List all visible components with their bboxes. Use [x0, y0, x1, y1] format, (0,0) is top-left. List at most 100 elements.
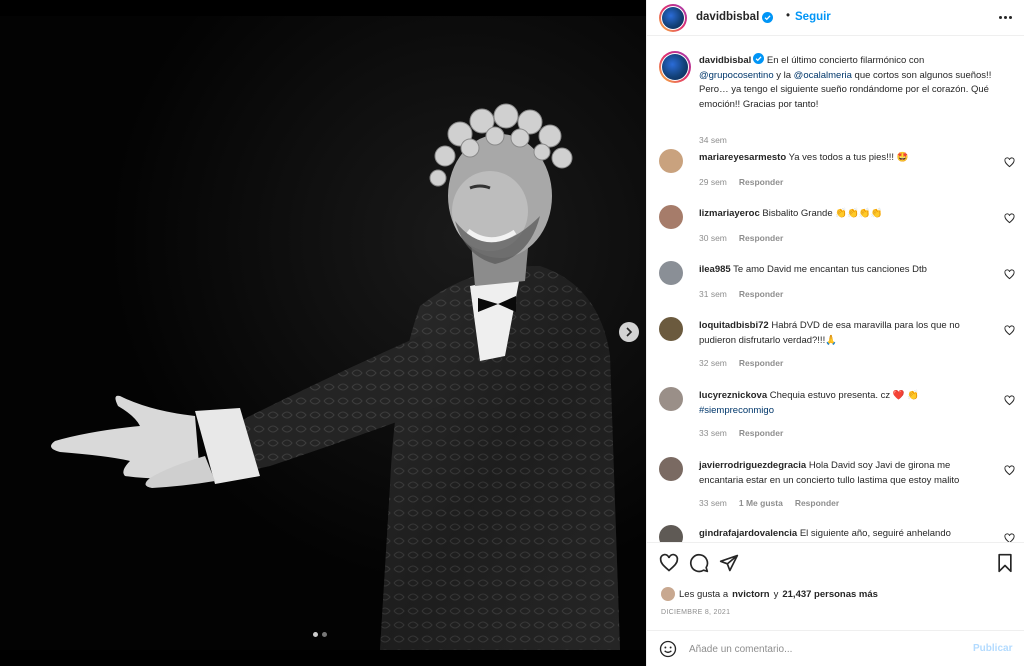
heart-icon[interactable] — [659, 553, 679, 573]
chevron-right-icon — [626, 327, 633, 337]
author-username-link[interactable]: davidbisbal — [696, 11, 774, 23]
author-username: davidbisbal — [696, 11, 760, 23]
comment-item: ilea985 Te amo David me encantan tus can… — [659, 261, 1019, 321]
reply-button[interactable]: Responder — [739, 428, 783, 438]
avatar[interactable] — [659, 387, 683, 411]
post-header: davidbisbal • Seguir — [647, 0, 1024, 36]
comment-body: Bisbalito Grande 👏👏👏👏 — [759, 208, 883, 219]
comment-item: gindrafajardovalencia El siguiente año, … — [659, 525, 1019, 542]
likes-prefix: Les gusta a — [679, 588, 729, 600]
comment-item: mariareyesarmesto Ya ves todos a tus pie… — [659, 149, 1019, 209]
avatar[interactable] — [659, 205, 683, 229]
comment-time[interactable]: 31 sem — [699, 289, 727, 299]
verified-badge-icon — [762, 11, 774, 23]
mention-link[interactable]: @grupocosentino — [699, 70, 774, 81]
performer-photo-illustration — [0, 16, 646, 650]
post-media — [0, 0, 646, 666]
comment-text: mariareyesarmesto Ya ves todos a tus pie… — [699, 151, 989, 166]
comment-body: Ya ves todos a tus pies!!! 🤩 — [786, 152, 909, 163]
emoji-icon[interactable] — [659, 640, 677, 658]
avatar[interactable] — [659, 317, 683, 341]
comment-username[interactable]: gindrafajardovalencia — [699, 528, 797, 539]
avatar[interactable] — [659, 4, 687, 32]
comment-username[interactable]: mariareyesarmesto — [699, 152, 786, 163]
avatar[interactable] — [661, 587, 675, 601]
likes-count-link[interactable]: 21,437 personas más — [782, 589, 878, 600]
comment-like-heart-icon[interactable] — [1004, 213, 1015, 224]
comment-time[interactable]: 32 sem — [699, 358, 727, 368]
likes-summary: Les gusta a nvictorn y 21,437 personas m… — [661, 587, 878, 601]
comment-username[interactable]: javierrodriguezdegracia — [699, 460, 806, 471]
comment-body: Te amo David me encantan tus canciones D… — [730, 264, 927, 275]
caption-part: En el último concierto filarmónico con — [764, 55, 925, 66]
avatar[interactable] — [659, 457, 683, 481]
mention-link[interactable]: @ocalalmeria — [794, 70, 852, 81]
reply-button[interactable]: Responder — [739, 233, 783, 243]
reply-button[interactable]: Responder — [795, 498, 839, 508]
add-comment-bar: Publicar — [647, 630, 1024, 666]
carousel-indicator — [313, 632, 327, 637]
comment-text: ilea985 Te amo David me encantan tus can… — [699, 263, 989, 278]
comment-meta: 29 sem Responder — [699, 177, 783, 187]
comments-list[interactable]: davidbisbal En el último concierto filar… — [647, 37, 1024, 542]
comment-like-heart-icon[interactable] — [1004, 269, 1015, 280]
comment-username[interactable]: lucyreznickova — [699, 390, 767, 401]
liker-username[interactable]: nvictorn — [732, 589, 769, 600]
caption-timestamp[interactable]: 34 sem — [699, 135, 727, 145]
send-icon[interactable] — [719, 553, 739, 573]
avatar[interactable] — [659, 149, 683, 173]
avatar[interactable] — [659, 525, 683, 542]
verified-badge-icon — [753, 53, 765, 64]
comment-item: lucyreznickova Chequia estuvo presenta. … — [659, 387, 1019, 457]
carousel-next-button[interactable] — [619, 322, 639, 342]
comment-body: Chequia estuvo presenta. cz ❤️ 👏 — [767, 390, 920, 401]
comment-text: loquitadbisbi72 Habrá DVD de esa maravil… — [699, 319, 989, 348]
carousel-dot-active — [313, 632, 318, 637]
comment-time[interactable]: 29 sem — [699, 177, 727, 187]
reply-button[interactable]: Responder — [739, 358, 783, 368]
comment-text: lucyreznickova Chequia estuvo presenta. … — [699, 389, 989, 418]
comment-time[interactable]: 33 sem — [699, 428, 727, 438]
caption-username[interactable]: davidbisbal — [699, 55, 751, 66]
reply-button[interactable]: Responder — [739, 289, 783, 299]
comment-text: gindrafajardovalencia El siguiente año, … — [699, 527, 989, 542]
comment-meta: 33 sem Responder — [699, 428, 783, 438]
likes-and: y — [773, 588, 779, 600]
reply-button[interactable]: Responder — [739, 177, 783, 187]
publish-button[interactable]: Publicar — [973, 643, 1012, 654]
post-actions: Les gusta a nvictorn y 21,437 personas m… — [647, 542, 1024, 620]
bookmark-icon[interactable] — [995, 553, 1015, 573]
header-separator: • — [786, 10, 791, 22]
comment-username[interactable]: lizmariayeroc — [699, 208, 760, 219]
comment-username[interactable]: loquitadbisbi72 — [699, 320, 769, 331]
comment-like-heart-icon[interactable] — [1004, 533, 1015, 542]
post-photo[interactable] — [0, 16, 646, 650]
comment-meta: 30 sem Responder — [699, 233, 783, 243]
comment-meta: 32 sem Responder — [699, 358, 783, 368]
avatar[interactable] — [659, 51, 691, 83]
hashtag-link[interactable]: #siempreconmigo — [699, 405, 774, 416]
avatar[interactable] — [659, 261, 683, 285]
comment-like-heart-icon[interactable] — [1004, 465, 1015, 476]
caption-text: davidbisbal En el último concierto filar… — [699, 53, 999, 112]
comment-item: javierrodriguezdegracia Hola David soy J… — [659, 457, 1019, 527]
comment-like-heart-icon[interactable] — [1004, 395, 1015, 406]
carousel-dot — [322, 632, 327, 637]
comment-like-heart-icon[interactable] — [1004, 157, 1015, 168]
caption-part: y la — [773, 69, 794, 81]
comment-username[interactable]: ilea985 — [699, 264, 731, 275]
comment-meta: 33 sem 1 Me gusta Responder — [699, 498, 839, 508]
comment-time[interactable]: 30 sem — [699, 233, 727, 243]
post-side-panel: davidbisbal • Seguir davidbisbal En el ú… — [646, 0, 1024, 666]
comment-input[interactable] — [689, 639, 959, 659]
more-options-icon[interactable] — [997, 9, 1013, 25]
comment-time[interactable]: 33 sem — [699, 498, 727, 508]
comment-like-heart-icon[interactable] — [1004, 325, 1015, 336]
instagram-post-modal: davidbisbal • Seguir davidbisbal En el ú… — [0, 0, 1024, 666]
comment-icon[interactable] — [689, 553, 709, 573]
comment-likes-count[interactable]: 1 Me gusta — [739, 498, 783, 508]
follow-button[interactable]: Seguir — [795, 11, 831, 23]
comment-text: lizmariayeroc Bisbalito Grande 👏👏👏👏 — [699, 207, 989, 222]
comment-meta: 31 sem Responder — [699, 289, 783, 299]
post-date[interactable]: DICIEMBRE 8, 2021 — [661, 609, 730, 616]
